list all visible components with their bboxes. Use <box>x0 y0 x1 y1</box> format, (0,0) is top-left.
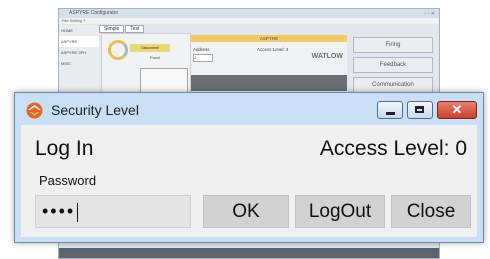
address-field[interactable]: 1 <box>193 54 213 62</box>
logout-button[interactable]: LogOut <box>295 195 385 228</box>
background-right-buttons: Firing Feedback Communication <box>353 37 433 97</box>
background-window-controls[interactable]: ▫ ▫ ✕ <box>424 10 435 19</box>
sidebar-item-home[interactable]: HOME <box>59 25 99 36</box>
close-icon[interactable]: ✕ <box>437 101 477 119</box>
security-level-dialog: Security Level ✕ Log In Access Level: 0 … <box>14 92 484 243</box>
background-title: ASPYRE Configurator <box>69 10 119 16</box>
panel-label: Panel <box>150 55 161 60</box>
firing-button[interactable]: Firing <box>353 37 433 53</box>
sidebar-item-aspyre[interactable]: ASPYRE <box>59 36 99 47</box>
close-glyph: ✕ <box>451 102 463 117</box>
dialog-title: Security Level <box>51 102 139 118</box>
sidebar-item-misc[interactable]: MISC <box>59 58 99 69</box>
dialog-client-area: Log In Access Level: 0 Password •••• OK … <box>21 125 477 237</box>
maximize-icon[interactable] <box>407 101 433 119</box>
background-statusbar <box>59 248 439 258</box>
login-label: Log In <box>35 137 94 160</box>
password-field[interactable]: •••• <box>35 195 191 228</box>
gauge-icon <box>108 40 128 60</box>
background-titlebar: ASPYRE Configurator ▫ ▫ ✕ <box>59 9 439 18</box>
background-tabs: Simple Test <box>99 25 145 33</box>
password-value: •••• <box>42 201 76 221</box>
communication-button[interactable]: Communication <box>353 77 433 93</box>
background-menubar[interactable]: File Setting ? <box>59 18 439 24</box>
close-button[interactable]: Close <box>391 195 471 228</box>
disconnect-button[interactable]: Disconnect <box>130 44 170 52</box>
background-access-level: Access Level: 4 <box>257 47 289 52</box>
password-label: Password <box>39 173 97 188</box>
watlow-logo-icon <box>26 102 43 119</box>
ok-button[interactable]: OK <box>203 195 289 228</box>
center-header: ASPYRE <box>191 35 347 42</box>
background-status-strip <box>191 75 347 91</box>
watlow-logo: WATLOW <box>311 53 343 60</box>
dialog-titlebar[interactable]: Security Level ✕ <box>15 93 483 127</box>
access-level-label: Access Level: 0 <box>319 137 467 160</box>
address-label: Address <box>193 47 210 52</box>
text-caret <box>77 202 79 222</box>
minimize-icon[interactable] <box>377 101 403 119</box>
tab-test[interactable]: Test <box>125 25 145 33</box>
sidebar-item-aspyre-3ph[interactable]: ASPYRE 3PH <box>59 47 99 58</box>
feedback-button[interactable]: Feedback <box>353 57 433 73</box>
tab-simple[interactable]: Simple <box>99 25 125 33</box>
background-center-panel: ASPYRE Address 1 Access Level: 4 WATLOW <box>191 35 347 99</box>
